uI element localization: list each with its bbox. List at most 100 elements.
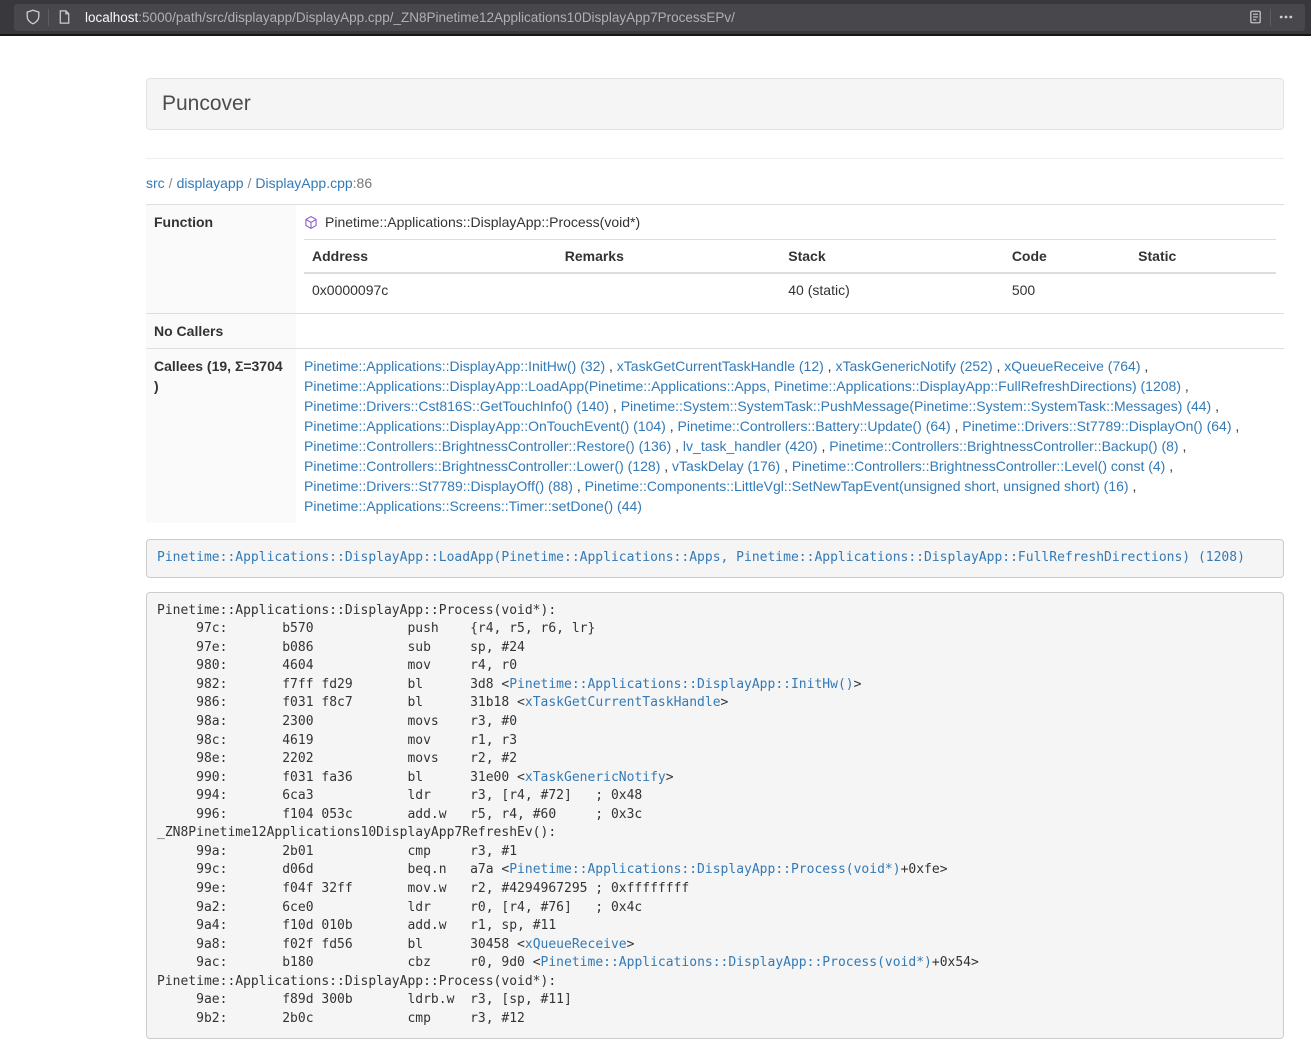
callee-separator: , (573, 478, 585, 494)
callee-link[interactable]: Pinetime::Drivers::St7789::DisplayOff() … (304, 478, 573, 494)
callee-link[interactable]: Pinetime::Components::LittleVgl::SetNewT… (585, 478, 1129, 494)
callee-link[interactable]: vTaskDelay (176) (672, 458, 780, 474)
function-name-row: Pinetime::Applications::DisplayApp::Proc… (304, 212, 1276, 232)
url-text[interactable]: localhost:5000/path/src/displayapp/Displ… (85, 10, 1242, 25)
asm-text: _ZN8Pinetime12Applications10DisplayApp7R… (157, 825, 556, 840)
callee-link[interactable]: Pinetime::Controllers::Battery::Update()… (678, 418, 951, 434)
asm-text: 97e: b086 sub sp, #24 (157, 640, 525, 655)
toolbar-separator (48, 9, 49, 26)
callee-link[interactable]: Pinetime::Applications::Screens::Timer::… (304, 498, 642, 514)
callee-link[interactable]: xQueueReceive (764) (1004, 358, 1140, 374)
col-header-static: Static (1130, 240, 1276, 274)
function-name: Pinetime::Applications::DisplayApp::Proc… (325, 212, 640, 232)
table-row: No Callers (146, 314, 1284, 349)
callee-separator: , (1211, 398, 1219, 414)
asm-text: 99a: 2b01 cmp r3, #1 (157, 844, 517, 859)
asm-text: 99e: f04f 32ff mov.w r2, #4294967295 ; 0… (157, 881, 689, 896)
asm-text: Pinetime::Applications::DisplayApp::Proc… (157, 974, 556, 989)
col-header-address: Address (304, 240, 557, 274)
callee-separator: , (1140, 358, 1148, 374)
callee-link[interactable]: xTaskGetCurrentTaskHandle (12) (617, 358, 824, 374)
callee-separator: , (1129, 478, 1137, 494)
page-container: Puncover src/displayapp/DisplayApp.cpp:8… (146, 78, 1284, 1039)
asm-text: > (721, 695, 729, 710)
breadcrumb-link-file[interactable]: DisplayApp.cpp (255, 175, 352, 191)
col-header-stack: Stack (780, 240, 1004, 274)
asm-text: 990: f031 fa36 bl 31e00 < (157, 770, 525, 785)
asm-symbol-link[interactable]: xQueueReceive (525, 937, 627, 952)
cell-static (1130, 273, 1276, 306)
asm-symbol-link[interactable]: Pinetime::Applications::DisplayApp::Proc… (541, 955, 932, 970)
address-bar[interactable]: localhost:5000/path/src/displayapp/Displ… (14, 4, 1305, 31)
callee-link[interactable]: lv_task_handler (420) (683, 438, 818, 454)
disassembly-pre: Pinetime::Applications::DisplayApp::Proc… (146, 592, 1284, 1039)
callee-link[interactable]: Pinetime::Applications::DisplayApp::Load… (304, 378, 1181, 394)
function-stats-table: Address Remarks Stack Code Static 0x0000… (304, 239, 1276, 306)
overflow-menu-icon[interactable] (1273, 6, 1299, 29)
function-label: Function (146, 205, 296, 314)
asm-text: 9a4: f10d 010b add.w r1, sp, #11 (157, 918, 556, 933)
asm-text: > (627, 937, 635, 952)
asm-text: Pinetime::Applications::DisplayApp::Proc… (157, 603, 556, 618)
app-header-panel: Puncover (146, 78, 1284, 130)
breadcrumb: src/displayapp/DisplayApp.cpp:86 (146, 175, 1284, 191)
callee-separator: , (666, 418, 678, 434)
col-header-remarks: Remarks (557, 240, 781, 274)
callee-separator: , (1179, 438, 1187, 454)
callee-separator: , (951, 418, 963, 434)
callee-link[interactable]: Pinetime::Controllers::BrightnessControl… (792, 458, 1165, 474)
asm-text: 980: 4604 mov r4, r0 (157, 658, 517, 673)
function-info-table: Function Pinetime::Applications::Display… (146, 204, 1284, 523)
page-title: Puncover (162, 92, 251, 115)
callee-separator: , (1165, 458, 1173, 474)
asm-text: +0xfe> (901, 862, 948, 877)
asm-text: > (666, 770, 674, 785)
callee-separator: , (660, 458, 672, 474)
asm-symbol-link[interactable]: xTaskGenericNotify (525, 770, 666, 785)
table-row: Callees (19, Σ=3704 ) Pinetime::Applicat… (146, 349, 1284, 524)
callee-link[interactable]: Pinetime::Drivers::Cst816S::GetTouchInfo… (304, 398, 609, 414)
callee-link[interactable]: Pinetime::Drivers::St7789::DisplayOn() (… (962, 418, 1231, 434)
callee-link[interactable]: Pinetime::Applications::DisplayApp::Init… (304, 358, 605, 374)
asm-text: 99c: d06d beq.n a7a < (157, 862, 509, 877)
callee-separator: , (824, 358, 836, 374)
callee-separator: , (671, 438, 683, 454)
asm-text: 986: f031 f8c7 bl 31b18 < (157, 695, 525, 710)
callee-separator: , (605, 358, 617, 374)
callee-separator: , (993, 358, 1005, 374)
asm-text: 98a: 2300 movs r3, #0 (157, 714, 517, 729)
asm-symbol-link[interactable]: xTaskGetCurrentTaskHandle (525, 695, 721, 710)
symbol-snippet-link[interactable]: Pinetime::Applications::DisplayApp::Load… (157, 550, 1245, 565)
asm-text: +0x54> (932, 955, 979, 970)
breadcrumb-link-displayapp[interactable]: displayapp (177, 175, 244, 191)
asm-text: 9ac: b180 cbz r0, 9d0 < (157, 955, 541, 970)
callee-separator: , (780, 458, 792, 474)
table-row: 0x0000097c 40 (static) 500 (304, 273, 1276, 306)
breadcrumb-separator: / (165, 175, 177, 191)
asm-text: 98e: 2202 movs r2, #2 (157, 751, 517, 766)
asm-text: 9ae: f89d 300b ldrb.w r3, [sp, #11] (157, 992, 572, 1007)
breadcrumb-link-src[interactable]: src (146, 175, 165, 191)
callee-link[interactable]: Pinetime::Controllers::BrightnessControl… (829, 438, 1178, 454)
callee-separator: , (609, 398, 621, 414)
no-callers-cell (296, 314, 1284, 349)
browser-toolbar: localhost:5000/path/src/displayapp/Displ… (0, 0, 1311, 36)
symbol-snippet-pre: Pinetime::Applications::DisplayApp::Load… (146, 539, 1284, 578)
asm-text: 994: 6ca3 ldr r3, [r4, #72] ; 0x48 (157, 788, 642, 803)
cube-icon (304, 215, 318, 230)
callee-link[interactable]: Pinetime::Controllers::BrightnessControl… (304, 438, 671, 454)
asm-symbol-link[interactable]: Pinetime::Applications::DisplayApp::Init… (509, 677, 853, 692)
callee-link[interactable]: Pinetime::Controllers::BrightnessControl… (304, 458, 660, 474)
callee-link[interactable]: xTaskGenericNotify (252) (835, 358, 992, 374)
callee-separator: , (818, 438, 830, 454)
callees-list: Pinetime::Applications::DisplayApp::Init… (296, 349, 1284, 524)
asm-symbol-link[interactable]: Pinetime::Applications::DisplayApp::Proc… (509, 862, 900, 877)
callee-link[interactable]: Pinetime::Applications::DisplayApp::OnTo… (304, 418, 666, 434)
divider (146, 158, 1284, 159)
callee-separator: , (1181, 378, 1189, 394)
reader-mode-icon[interactable] (1242, 6, 1268, 29)
callee-link[interactable]: Pinetime::System::SystemTask::PushMessag… (621, 398, 1212, 414)
breadcrumb-line-number: :86 (353, 175, 372, 191)
shield-icon[interactable] (20, 6, 46, 29)
callee-separator: , (1232, 418, 1240, 434)
